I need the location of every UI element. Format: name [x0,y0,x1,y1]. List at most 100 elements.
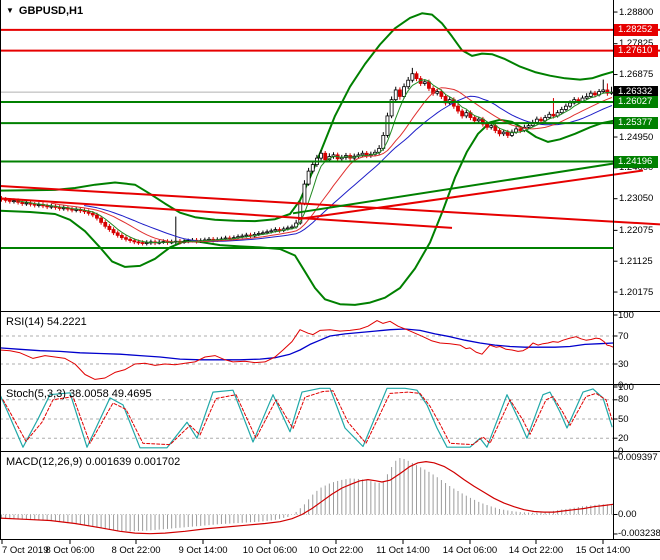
candle-body [24,202,29,205]
candle-body [406,79,411,88]
rsi-scale-label: 100 [618,309,634,321]
price-tick-label: 1.26875 [619,69,654,81]
candle-body [397,89,402,97]
price-tick-label: 1.21125 [619,255,653,267]
candle-body [551,113,556,117]
macd-scale-label: -0.003238 [618,528,660,540]
symbol-label-text: GBPUSD,H1 [18,5,84,17]
candle-body [302,183,307,204]
stoch-scale-label: 80 [618,394,629,406]
symbol-label: ▼ GBPUSD,H1 [6,5,83,17]
candle-body [456,105,460,112]
candle-body [269,230,274,233]
candle-body [601,89,606,92]
candle-body [86,211,91,214]
candle-body [414,73,419,79]
price-tick-label: 1.22075 [619,224,654,236]
candle-body [144,242,149,244]
candle-body [20,201,25,204]
candle-body [99,217,103,223]
candle-body [489,125,494,128]
slow-ma-line [84,95,613,242]
price-badge-red: 1.28252 [614,23,658,36]
candle-body [140,242,145,244]
candle-body [12,200,16,203]
bollinger-upper-band [0,12,614,223]
candle-body [90,212,95,216]
rsi-scale-label: 70 [618,330,629,342]
candle-body [285,227,290,230]
candle-body [107,225,112,230]
candle-body [61,207,66,210]
time-label: 7 Oct 2019 [2,545,49,556]
chart-menu-arrow-icon[interactable]: ▼ [6,7,14,15]
rsi-indicator-label: RSI(14) 54.2221 [6,316,87,328]
candle-body [119,234,124,239]
price-tick-label: 1.24950 [619,131,654,143]
candle-body [103,222,108,227]
stoch-scale-label: 100 [618,381,634,393]
price-tick-label: 1.20175 [619,286,654,298]
candle-body [265,231,270,234]
candle-body [306,170,311,185]
candle-body [559,109,564,114]
candle-body [564,105,568,110]
macd-scale-label: 0.009397 [618,452,658,464]
candle-body [476,118,481,122]
candle-body [70,208,74,211]
price-tick-label: 1.23050 [619,193,654,205]
time-label: 15 Oct 14:00 [575,545,631,556]
time-label: 8 Oct 22:00 [111,545,161,556]
rsi-line [0,320,614,380]
candle-body [485,123,489,128]
chart-window: ▼ GBPUSD,H1 RSI(14) 54.2221 Stoch(5,3,3)… [0,0,660,560]
price-badge-green: 1.25377 [614,117,658,130]
candle-body [7,199,12,202]
candle-body [464,112,469,117]
candle-body [505,131,510,136]
candle-body [115,232,120,236]
time-label: 11 Oct 14:00 [376,545,430,556]
price-badge-red: 1.27610 [614,44,658,57]
candle-body [319,152,323,159]
stoch-scale-label: 50 [618,413,629,425]
macd-scale-label: 0.00 [618,509,637,520]
candle-body [323,152,328,161]
stoch-indicator-label: Stoch(5,3,3) 38.0058 49.4695 [6,388,152,400]
trendline-descending-channel-lower [0,197,453,229]
macd-signal-line [0,461,614,535]
candle-body [439,91,444,97]
candle-body [593,92,597,96]
candle-body [32,203,37,206]
trendline-ascending-support-red [297,169,644,221]
candle-body [584,96,589,99]
time-label: 14 Oct 22:00 [508,545,564,556]
time-label: 10 Oct 06:00 [242,545,298,556]
price-tick-label: 1.28800 [619,6,654,18]
rsi-scale-label: 30 [618,358,629,370]
candle-body [244,234,249,237]
price-badge-green: 1.26027 [614,96,658,109]
candle-body [310,164,315,172]
candle-body [95,214,99,219]
trendline-ascending-support-green [292,162,614,215]
candle-body [539,118,543,122]
time-label: 14 Oct 06:00 [442,545,498,556]
candle-body [393,89,398,101]
rsi-signal-line [0,328,614,361]
candle-body [514,128,518,133]
time-label: 10 Oct 22:00 [308,545,364,556]
candle-body [497,130,502,135]
time-label: 8 Oct 06:00 [45,545,95,556]
price-badge-green: 1.24196 [614,155,658,168]
candle-body [410,73,415,81]
candle-body [460,110,465,117]
candle-body [526,125,531,128]
candle-body [360,152,365,156]
candle-body [518,128,523,131]
candle-body [57,207,62,209]
candle-body [45,205,50,208]
price-chart-canvas[interactable] [0,0,660,560]
candle-body [128,238,133,241]
macd-indicator-label: MACD(12,26,9) 0.001639 0.001702 [6,456,181,468]
